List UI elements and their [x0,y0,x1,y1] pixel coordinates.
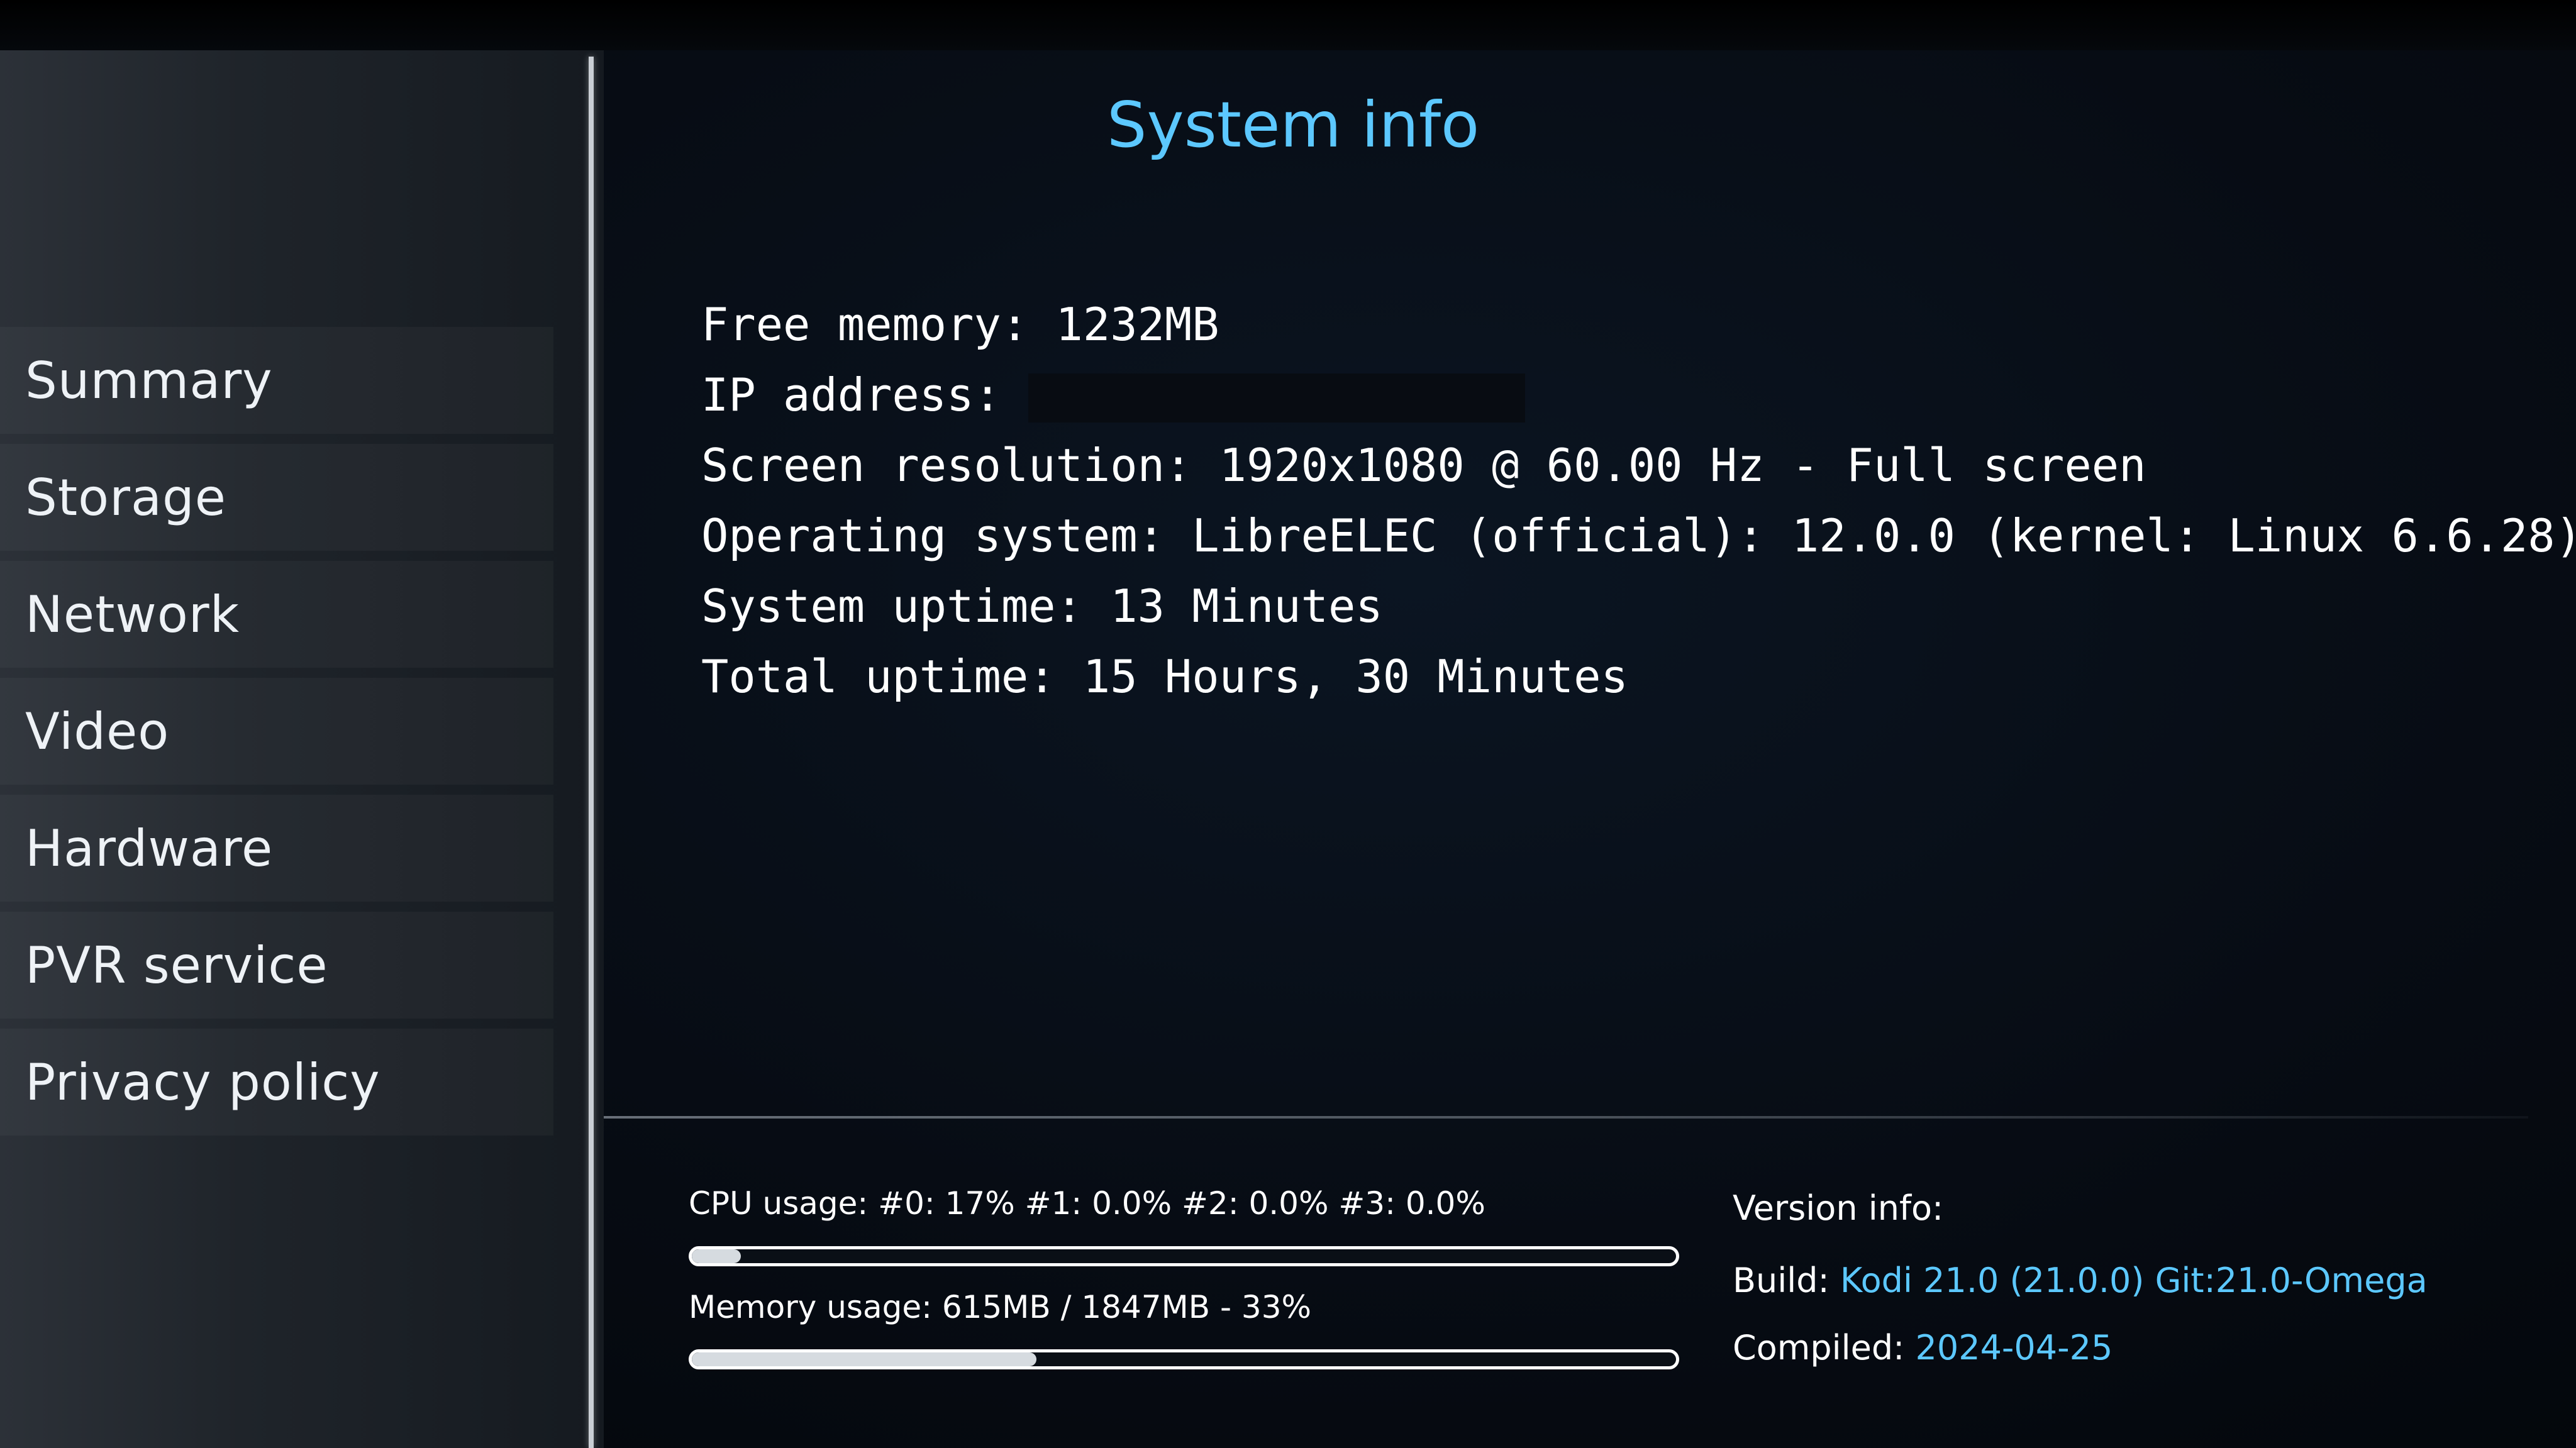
sidebar-item-label: Hardware [25,819,274,878]
sidebar-item-label: PVR service [25,936,328,995]
page-title: System info [1107,88,1480,162]
section-divider [604,1116,2528,1119]
sidebar-item-summary[interactable]: Summary [0,327,553,434]
system-uptime-row: System uptime: 13 Minutes [701,580,1383,633]
sidebar-item-hardware[interactable]: Hardware [0,795,553,902]
compiled-value: 2024-04-25 [1915,1328,2113,1368]
cpu-usage-label: CPU usage: #0: 17% #1: 0.0% #2: 0.0% #3:… [689,1185,1485,1222]
compiled-label: Compiled: [1733,1328,1905,1368]
sidebar-item-video[interactable]: Video [0,678,553,785]
build-value: Kodi 21.0 (21.0.0) Git:21.0-Omega [1840,1261,2428,1300]
sidebar-item-label: Video [25,702,170,761]
memory-usage-label: Memory usage: 615MB / 1847MB - 33% [689,1289,1312,1325]
cpu-usage-bar-fill [692,1249,741,1263]
version-info-header: Version info: [1733,1188,1944,1228]
sidebar-item-label: Privacy policy [25,1053,380,1112]
total-uptime-row: Total uptime: 15 Hours, 30 Minutes [701,650,1628,703]
cpu-usage-bar [689,1246,1679,1266]
operating-system-row: Operating system: LibreELEC (official): … [701,509,2576,562]
sidebar-item-network[interactable]: Network [0,561,553,668]
free-memory-row: Free memory: 1232MB [701,298,1219,351]
sidebar-item-pvr-service[interactable]: PVR service [0,912,553,1019]
memory-usage-bar-fill [692,1352,1036,1366]
sidebar-divider [589,57,594,1448]
sidebar-item-label: Summary [25,351,273,410]
sidebar-item-storage[interactable]: Storage [0,444,553,551]
sidebar-menu: Summary Storage Network Video Hardware P… [0,327,553,1146]
sidebar-item-label: Storage [25,468,227,527]
info-list: Free memory: 1232MB IP address: Screen r… [701,289,2576,712]
screen-bezel [0,0,2576,50]
ip-address-label: IP address: [701,368,1001,421]
memory-usage-bar [689,1349,1679,1369]
sidebar-item-privacy-policy[interactable]: Privacy policy [0,1029,553,1136]
sidebar-item-label: Network [25,585,240,644]
compiled-row: Compiled: 2024-04-25 [1733,1328,2112,1368]
sidebar: Summary Storage Network Video Hardware P… [0,50,604,1448]
screen-resolution-row: Screen resolution: 1920x1080 @ 60.00 Hz … [701,439,2146,492]
system-info-screen: Summary Storage Network Video Hardware P… [0,0,2576,1448]
build-label: Build: [1733,1261,1829,1300]
redacted-ip-value [1028,373,1526,423]
ip-address-row: IP address: [701,360,2576,430]
build-row: Build: Kodi 21.0 (21.0.0) Git:21.0-Omega [1733,1261,2428,1300]
